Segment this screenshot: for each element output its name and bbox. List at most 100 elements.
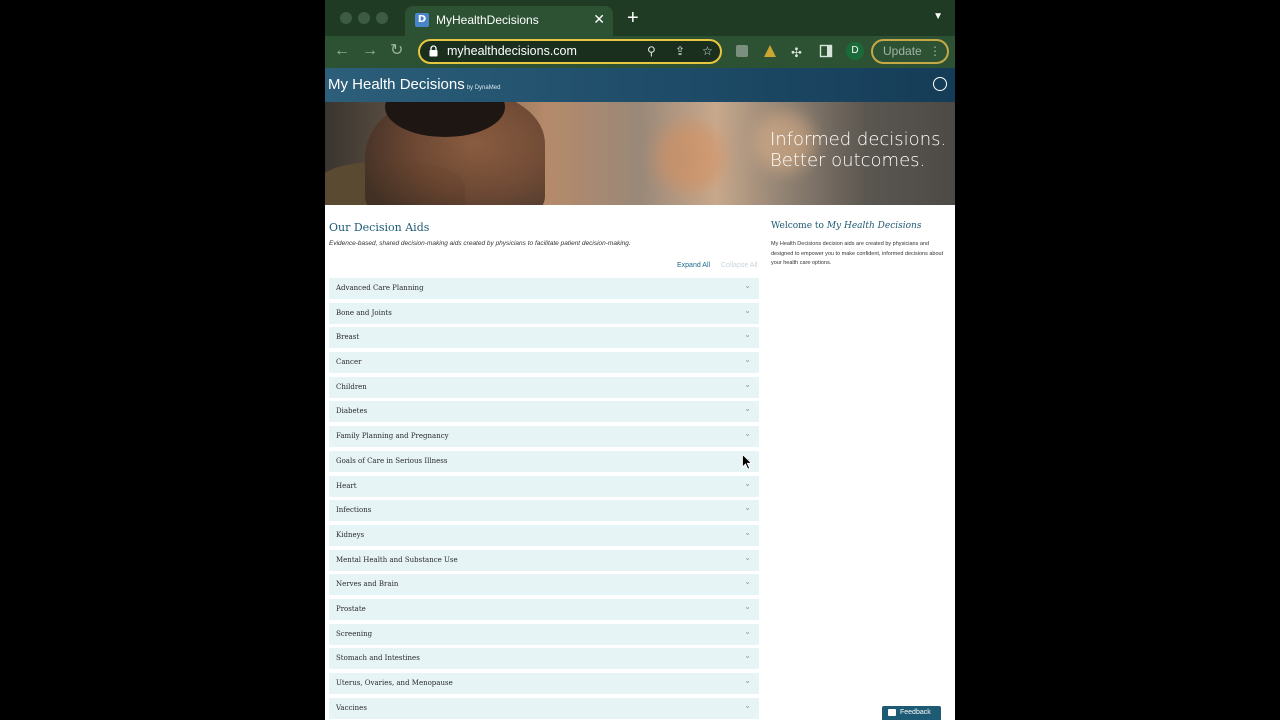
search-icon[interactable]: ⚲ — [647, 44, 656, 58]
accordion-item-label: Advanced Care Planning — [336, 284, 424, 292]
chevron-down-icon: ⌄ — [744, 503, 751, 513]
decision-aids-list: Advanced Care Planning ⌄ Bone and Joints ⌄ B… — [329, 278, 759, 720]
chevron-down-icon: ⌄ — [744, 330, 751, 340]
new-tab-icon[interactable]: + — [627, 8, 639, 28]
accordion-item-label: Goals of Care in Serious Illness — [336, 456, 448, 465]
accordion-item[interactable]: Family Planning and Pregnancy ⌄ — [329, 426, 759, 448]
accordion-item-label: Mental Health and Substance Use — [336, 555, 458, 564]
tab-title: MyHealthDecisions — [436, 13, 539, 27]
accordion-item-label: Children — [336, 382, 367, 391]
accordion-item[interactable]: Goals of Care in Serious Illness ⌄ — [329, 450, 759, 472]
more-menu-icon[interactable]: ⋮ — [929, 41, 941, 62]
feedback-button[interactable]: Feedback — [882, 706, 941, 720]
close-window-button[interactable] — [340, 12, 352, 24]
brand-name: My Health Decisions — [328, 76, 465, 93]
brand-by: by DynaMed — [466, 85, 501, 91]
accordion-item[interactable]: Infections ⌄ — [329, 500, 759, 522]
chevron-down-icon: ⌄ — [744, 577, 751, 587]
accordion-item-label: Uterus, Ovaries, and Menopause — [336, 679, 453, 687]
accordion-item-label: Diabetes — [336, 407, 368, 416]
accordion-item[interactable]: Advanced Care Planning ⌄ — [329, 278, 759, 299]
profile-avatar[interactable]: D — [846, 42, 864, 60]
chevron-down-icon[interactable]: ▼ — [933, 11, 943, 22]
welcome-text: My Health Decisions decision aids are cr… — [771, 241, 944, 266]
update-button[interactable]: Update ⋮ — [871, 39, 949, 64]
browser-window: D MyHealthDecisions ✕ + ▼ ← → ↻ myhealth… — [325, 0, 955, 720]
accordion-item[interactable]: Children ⌄ — [329, 376, 759, 398]
lock-icon — [429, 45, 438, 57]
close-icon[interactable]: ✕ — [593, 11, 605, 28]
welcome-title: Welcome to My Health Decisions — [771, 221, 921, 231]
accordion-item[interactable]: Cancer ⌄ — [329, 352, 759, 374]
accordion-item[interactable]: Stomach and Intestines ⌄ — [329, 648, 759, 670]
hero-tagline-line1: Informed decisions. — [770, 129, 947, 150]
accordion-item[interactable]: Kidneys ⌄ — [329, 524, 759, 546]
accordion-item[interactable]: Vaccines ⌄ — [329, 697, 759, 719]
hero-tagline-line2: Better outcomes. — [770, 150, 926, 171]
accordion-item-label: Bone and Joints — [336, 308, 392, 317]
accordion-item-label: Screening — [336, 629, 373, 638]
chevron-down-icon: ⌄ — [744, 651, 751, 661]
minimize-window-button[interactable] — [358, 12, 370, 24]
tab-strip: D MyHealthDecisions ✕ + ▼ — [325, 0, 955, 36]
side-panel-icon[interactable] — [819, 44, 833, 58]
browser-tab[interactable]: D MyHealthDecisions ✕ — [405, 6, 613, 36]
decision-aids-subtitle: Evidence-based, shared decision-making a… — [329, 240, 631, 247]
site-logo[interactable]: My Health Decisions by DynaMed — [328, 76, 500, 93]
accordion-item[interactable]: Heart ⌄ — [329, 475, 759, 497]
hero-banner: Informed decisions. Better outcomes. — [325, 102, 955, 205]
accordion-item[interactable]: Screening ⌄ — [329, 623, 759, 645]
chevron-down-icon: ⌄ — [744, 700, 751, 710]
accordion-item[interactable]: Mental Health and Substance Use ⌄ — [329, 549, 759, 571]
accordion-item-label: Family Planning and Pregnancy — [336, 432, 449, 441]
site-header: My Health Decisions by DynaMed — [325, 68, 955, 102]
chevron-down-icon: ⌄ — [744, 355, 751, 365]
chevron-down-icon: ⌄ — [744, 552, 751, 562]
bookmark-star-icon[interactable]: ☆ — [702, 44, 713, 58]
account-icon[interactable] — [933, 77, 947, 91]
chat-bubble-icon — [888, 709, 896, 716]
chevron-down-icon: ⌄ — [744, 281, 751, 290]
welcome-brand: My Health Decisions — [826, 221, 922, 231]
accordion-item[interactable]: Nerves and Brain ⌄ — [329, 574, 759, 596]
chevron-down-icon: ⌄ — [744, 429, 751, 439]
accordion-item[interactable]: Breast ⌄ — [329, 327, 759, 349]
reload-icon[interactable]: ↻ — [390, 41, 403, 61]
chevron-down-icon: ⌄ — [744, 305, 751, 315]
accordion-item-label: Heart — [336, 481, 357, 490]
update-label: Update — [883, 44, 922, 58]
share-icon[interactable]: ⇪ — [675, 44, 685, 58]
accordion-item[interactable]: Diabetes ⌄ — [329, 401, 759, 423]
expand-all-link[interactable]: Expand All — [677, 262, 710, 269]
accordion-item-label: Stomach and Intestines — [336, 654, 420, 663]
accordion-item[interactable]: Uterus, Ovaries, and Menopause ⌄ — [329, 673, 759, 694]
accordion-item-label: Infections — [336, 506, 372, 515]
accordion-item-label: Kidneys — [336, 530, 365, 539]
address-bar[interactable]: myhealthdecisions.com ⚲ ⇪ ☆ — [418, 39, 722, 64]
back-arrow-icon[interactable]: ← — [334, 41, 350, 61]
collapse-all-link[interactable]: Collapse All — [721, 262, 758, 269]
warning-extension-icon[interactable] — [763, 44, 777, 58]
hero-background-blur — [655, 122, 725, 192]
accordion-item-label: Vaccines — [336, 703, 367, 712]
accordion-item-label: Nerves and Brain — [336, 580, 399, 589]
welcome-prefix: Welcome to — [771, 221, 827, 231]
accordion-item[interactable]: Prostate ⌄ — [329, 598, 759, 620]
accordion-item-label: Cancer — [336, 358, 362, 367]
zoom-window-button[interactable] — [376, 12, 388, 24]
hero-tagline: Informed decisions. Better outcomes. — [770, 129, 946, 171]
chevron-down-icon: ⌄ — [744, 379, 751, 389]
forward-arrow-icon[interactable]: → — [362, 41, 378, 61]
extension-icon[interactable] — [735, 44, 749, 58]
puzzle-icon[interactable]: ✣ — [791, 43, 802, 63]
accordion-item[interactable]: Bone and Joints ⌄ — [329, 302, 759, 324]
accordion-item-label: Prostate — [336, 604, 366, 613]
chevron-down-icon: ⌄ — [744, 676, 751, 685]
chevron-down-icon: ⌄ — [744, 626, 751, 636]
chevron-down-icon: ⌄ — [744, 404, 751, 414]
chevron-down-icon: ⌄ — [744, 527, 751, 537]
browser-toolbar: ← → ↻ myhealthdecisions.com ⚲ ⇪ ☆ ✣ D Up… — [325, 36, 955, 68]
chevron-down-icon: ⌄ — [744, 601, 751, 611]
url-text: myhealthdecisions.com — [447, 44, 577, 58]
mouse-cursor-icon — [742, 454, 752, 470]
